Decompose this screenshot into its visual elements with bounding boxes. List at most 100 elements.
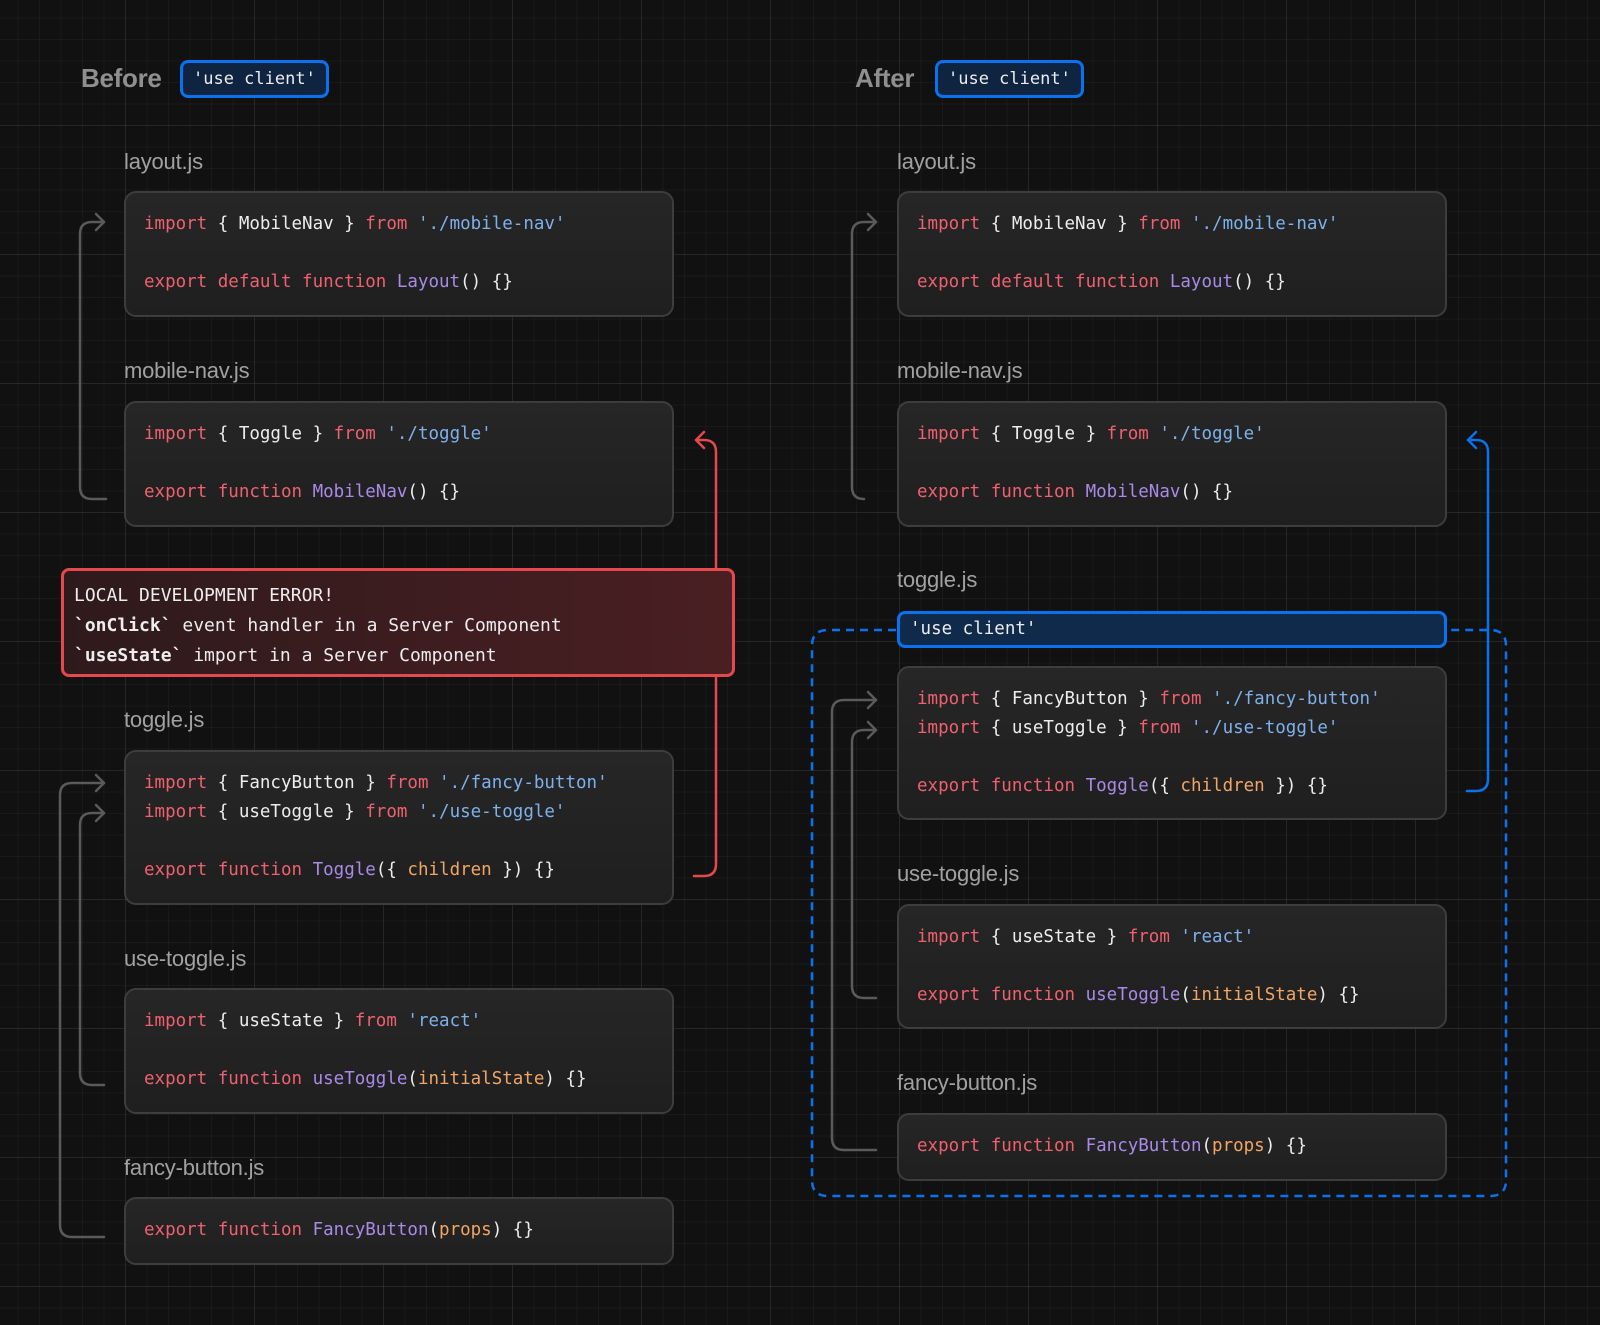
before-file-label-layout: layout.js (124, 149, 203, 174)
error-onclick-text: event handler in a Server Component (171, 615, 562, 636)
plain-token: ({ (1148, 776, 1181, 796)
string-token: 'react' (396, 1011, 482, 1031)
keyword-token: import (917, 214, 981, 234)
after-use-client-directive-bar: 'use client' (897, 611, 1447, 648)
error-usestate-text: import in a Server Component (182, 645, 497, 666)
after-connector-use-toggle-to-toggle (850, 728, 878, 1000)
param-token: children (407, 860, 492, 880)
before-file-label-use-toggle: use-toggle.js (124, 946, 247, 971)
keyword-token: import (917, 689, 981, 709)
keyword-token: from (1138, 214, 1181, 234)
before-code-box-fancy-button: export function FancyButton(props) {} (124, 1197, 674, 1265)
keyword-token: import (917, 927, 981, 947)
keyword-token: from (365, 214, 408, 234)
keyword-token: from (1106, 424, 1149, 444)
before-heading: Before (81, 63, 162, 93)
after-connector-mobile-nav-to-layout (850, 220, 878, 501)
error-title: LOCAL DEVELOPMENT ERROR! (74, 585, 335, 606)
string-token: 'react' (1169, 927, 1255, 947)
string-token: './mobile-nav' (407, 214, 566, 234)
before-use-client-badge: 'use client' (180, 60, 329, 98)
after-file-label-use-toggle: use-toggle.js (897, 861, 1020, 886)
plain-token: ) {} (1264, 1136, 1307, 1156)
after-code-box-use-toggle: import { useState } from 'react' export f… (897, 904, 1447, 1029)
code-line: import { useState } from 'react' (144, 1011, 481, 1031)
arrowhead-toggle-usetoggle (94, 803, 106, 823)
keyword-token: from (354, 1011, 397, 1031)
plain-token: () {} (1180, 482, 1234, 502)
after-file-label-toggle: toggle.js (897, 567, 978, 592)
plain-token: ) {} (1317, 985, 1360, 1005)
plain-token: ( (1180, 985, 1191, 1005)
string-token: './fancy-button' (428, 773, 608, 793)
code-line: import { useToggle } from './use-toggle' (144, 802, 565, 822)
plain-token: { Toggle } (207, 424, 334, 444)
error-onclick-line: `onClick` event handler in a Server Comp… (74, 611, 722, 641)
code-line: export function MobileNav() {} (917, 482, 1233, 502)
plain-token: { MobileNav } (980, 214, 1139, 234)
plain-token: { MobileNav } (207, 214, 366, 234)
keyword-token: from (1159, 689, 1202, 709)
plain-token: () {} (460, 272, 513, 292)
code-line: export default function Layout() {} (917, 272, 1286, 292)
param-token: children (1180, 776, 1265, 796)
param-token: props (1212, 1136, 1265, 1156)
function-name-token: MobileNav (302, 482, 408, 502)
code-line: export function FancyButton(props) {} (917, 1136, 1307, 1156)
plain-token: { useToggle } (980, 718, 1139, 738)
plain-token: ) {} (544, 1069, 587, 1089)
keyword-token: export function (144, 1069, 303, 1089)
code-line: export function useToggle(initialState) … (917, 985, 1360, 1005)
after-arrowhead-toggle-usetoggle (866, 720, 878, 740)
import-connector-mobile-nav-to-layout (78, 220, 108, 501)
string-token: './toggle' (1148, 424, 1265, 444)
plain-token: ( (407, 1069, 418, 1089)
code-line: import { useToggle } from './use-toggle' (917, 718, 1338, 738)
code-line: export default function Layout() {} (144, 272, 513, 292)
keyword-token: export function (144, 482, 303, 502)
function-name-token: useToggle (1075, 985, 1181, 1005)
keyword-token: from (365, 802, 408, 822)
error-arrowhead (694, 430, 706, 450)
client-boundary-connector (1465, 438, 1490, 793)
plain-token: { Toggle } (980, 424, 1107, 444)
plain-token: { useState } (980, 927, 1128, 947)
keyword-token: export function (144, 1220, 303, 1240)
error-onclick-code: `onClick` (74, 615, 172, 636)
code-line: import { Toggle } from './toggle' (917, 424, 1265, 444)
client-arrowhead (1466, 430, 1478, 450)
keyword-token: from (1138, 718, 1181, 738)
plain-token: { FancyButton } (207, 773, 387, 793)
before-file-label-mobile-nav: mobile-nav.js (124, 358, 250, 383)
before-code-box-toggle: import { FancyButton } from './fancy-but… (124, 750, 674, 905)
keyword-token: export function (144, 860, 303, 880)
function-name-token: Layout (1159, 272, 1234, 292)
arrowhead-toggle-fancy (94, 773, 106, 793)
function-name-token: Layout (386, 272, 461, 292)
keyword-token: export function (917, 1136, 1076, 1156)
after-arrowhead-toggle-fancy (866, 690, 878, 710)
import-connector-use-toggle-to-toggle (78, 811, 106, 1087)
plain-token: () {} (407, 482, 461, 502)
code-line: export function Toggle({ children }) {} (144, 860, 555, 880)
function-name-token: Toggle (302, 860, 376, 880)
keyword-token: import (144, 424, 208, 444)
keyword-token: import (144, 773, 208, 793)
arrowhead-layout (94, 212, 106, 232)
before-file-label-fancy-button: fancy-button.js (124, 1155, 265, 1180)
error-usestate-line: `useState` import in a Server Component (74, 641, 722, 671)
plain-token: ( (1201, 1136, 1213, 1156)
keyword-token: import (917, 718, 981, 738)
keyword-token: export function (917, 776, 1076, 796)
function-name-token: useToggle (302, 1069, 408, 1089)
keyword-token: import (144, 802, 208, 822)
keyword-token: from (333, 424, 376, 444)
code-line: export function FancyButton(props) {} (144, 1220, 534, 1240)
plain-token: }) {} (1264, 776, 1328, 796)
string-token: './fancy-button' (1201, 689, 1381, 709)
plain-token: }) {} (491, 860, 555, 880)
code-line: import { FancyButton } from './fancy-but… (917, 689, 1381, 709)
after-code-box-mobile-nav: import { Toggle } from './toggle' export … (897, 401, 1447, 527)
keyword-token: import (144, 1011, 208, 1031)
after-heading: After (855, 63, 915, 93)
